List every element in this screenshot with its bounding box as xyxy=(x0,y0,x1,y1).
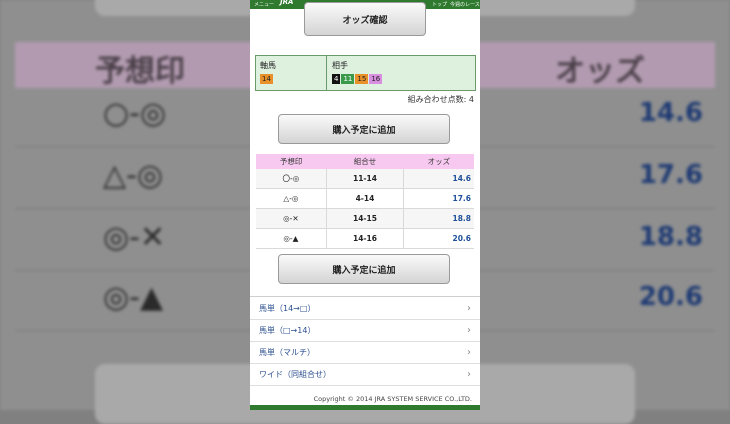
bg-row-mark: ◎-✕ xyxy=(103,220,166,255)
bottom-bar xyxy=(250,405,480,410)
bg-row-odds: 14.6 xyxy=(638,98,703,128)
axis-cell: 軸馬 14 xyxy=(256,56,327,90)
row-mark: ◎-✕ xyxy=(256,208,327,229)
chevron-right-icon: › xyxy=(467,303,471,314)
link-label: ワイド（同組合せ） xyxy=(259,370,331,379)
axis-horse-badge: 14 xyxy=(260,74,273,84)
table-row: △-◎ 4-14 17.6 xyxy=(256,188,474,209)
table-header-row: 予想印 組合せ オッズ xyxy=(256,154,474,169)
partner-horse-badge: 11 xyxy=(341,74,355,84)
bg-row-odds: 17.6 xyxy=(638,160,703,190)
partner-cell: 相手 4 11 15 16 xyxy=(328,56,476,90)
site-logo: JRA xyxy=(280,0,294,6)
row-odds[interactable]: 17.6 xyxy=(403,188,474,209)
copyright: Copyright © 2014 JRA SYSTEM SERVICE CO.,… xyxy=(313,395,472,403)
partner-horse-badge: 16 xyxy=(369,74,383,84)
row-mark: ◎-▲ xyxy=(256,228,327,249)
divider xyxy=(250,296,480,297)
link-exacta-multi[interactable]: 馬単（マルチ） › xyxy=(250,342,480,364)
this-week-race-link[interactable]: 今週のレース xyxy=(450,1,480,8)
bg-row-mark: △-◎ xyxy=(103,158,164,193)
odds-table: 予想印 組合せ オッズ 〇-◎ 11-14 14.6 △-◎ 4-14 17.6… xyxy=(256,154,474,249)
chevron-right-icon: › xyxy=(467,347,471,358)
link-label: 馬単（14→□） xyxy=(259,304,316,313)
chevron-right-icon: › xyxy=(467,369,471,380)
link-exacta-reverse[interactable]: 馬単（□→14） › xyxy=(250,320,480,342)
bg-header-mark: 予想印 xyxy=(95,54,185,89)
col-header-mark: 予想印 xyxy=(256,154,327,169)
row-odds[interactable]: 14.6 xyxy=(403,169,474,189)
bg-row-mark: ◎-▲ xyxy=(103,280,164,315)
menu-link[interactable]: メニュー xyxy=(254,1,274,8)
row-odds[interactable]: 18.8 xyxy=(403,208,474,229)
top-link[interactable]: トップ xyxy=(432,1,447,8)
row-odds[interactable]: 20.6 xyxy=(403,228,474,249)
table-row: ◎-▲ 14-16 20.6 xyxy=(256,228,474,249)
table-row: 〇-◎ 11-14 14.6 xyxy=(256,169,474,189)
combination-count: 組み合わせ点数: 4 xyxy=(407,95,474,104)
add-to-plan-button-top[interactable]: 購入予定に追加 xyxy=(278,114,450,144)
link-exacta-forward[interactable]: 馬単（14→□） › xyxy=(250,298,480,320)
row-combo: 4-14 xyxy=(325,188,405,209)
link-wide[interactable]: ワイド（同組合せ） › xyxy=(250,364,480,386)
row-mark: △-◎ xyxy=(256,188,327,209)
bg-row-odds: 18.8 xyxy=(638,222,703,252)
partner-horse-badge: 15 xyxy=(355,74,369,84)
link-label: 馬単（マルチ） xyxy=(259,348,315,357)
bg-row-mark: ○-◎ xyxy=(103,96,167,131)
bet-type-links: 馬単（14→□） › 馬単（□→14） › 馬単（マルチ） › ワイド（同組合せ… xyxy=(250,298,480,386)
chevron-right-icon: › xyxy=(467,325,471,336)
row-combo: 11-14 xyxy=(325,169,405,189)
bg-row-odds: 20.6 xyxy=(638,282,703,312)
row-combo: 14-16 xyxy=(325,228,405,249)
selection-box: 軸馬 14 相手 4 11 15 16 xyxy=(255,55,476,91)
bg-header-odds: オッズ xyxy=(555,54,645,89)
partner-horse-badge: 4 xyxy=(332,74,341,84)
add-to-plan-button-bottom[interactable]: 購入予定に追加 xyxy=(278,254,450,284)
col-header-odds: オッズ xyxy=(403,154,474,169)
col-header-combo: 組合せ xyxy=(326,154,404,169)
odds-check-button[interactable]: オッズ確認 xyxy=(304,2,426,36)
phone-screen: メニュー JRA トップ 今週のレース オッズ確認 軸馬 14 相手 4 11 15… xyxy=(250,0,480,410)
row-mark: 〇-◎ xyxy=(256,169,327,189)
partner-label: 相手 xyxy=(332,61,348,70)
row-combo: 14-15 xyxy=(325,208,405,229)
partner-badges: 4 11 15 16 xyxy=(332,74,383,84)
axis-label: 軸馬 xyxy=(260,61,276,70)
table-row: ◎-✕ 14-15 18.8 xyxy=(256,208,474,229)
link-label: 馬単（□→14） xyxy=(259,326,316,335)
